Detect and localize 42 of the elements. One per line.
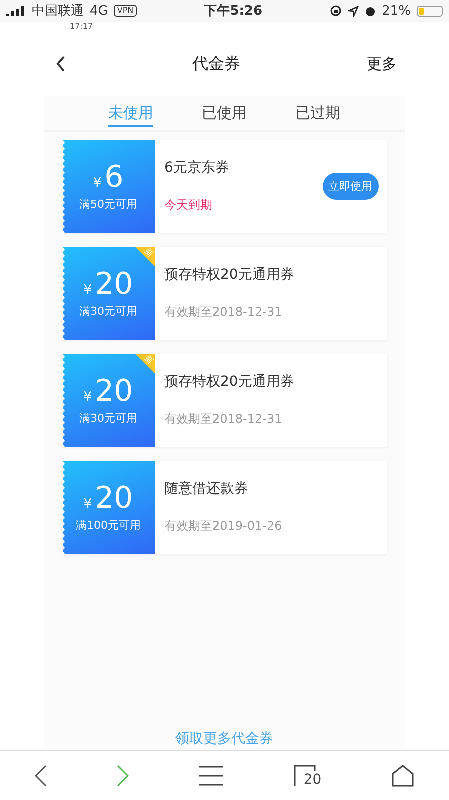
- new-badge: 新: [134, 354, 154, 374]
- menu-icon[interactable]: [199, 766, 224, 786]
- alarm-icon: [365, 6, 376, 16]
- currency-sign: ¥: [84, 390, 92, 405]
- location-icon: [348, 6, 360, 16]
- coupon-amount: 20: [95, 375, 134, 409]
- coupon-expiry: 有效期至2018-12-31: [164, 304, 284, 321]
- tab[interactable]: 已过期: [296, 100, 341, 126]
- battery-percent: 21%: [382, 4, 411, 18]
- inner-clock: 17:17: [70, 22, 94, 32]
- rotation-lock-icon: [330, 5, 342, 17]
- coupon-condition: 满50元可用: [80, 197, 138, 212]
- coupon-expiry: 有效期至2018-12-31: [164, 411, 284, 428]
- battery-icon: [417, 6, 443, 16]
- coupon-amount: 20: [95, 482, 134, 516]
- back-icon[interactable]: [35, 765, 48, 787]
- coupon-condition: 满30元可用: [80, 411, 138, 426]
- vpn-indicator: VPN: [114, 5, 137, 17]
- more-action[interactable]: 更多: [367, 54, 397, 74]
- carrier: 中国联通: [32, 3, 84, 20]
- currency-sign: ¥: [84, 283, 92, 298]
- home-icon[interactable]: [392, 765, 414, 787]
- coupon-amount: 20: [95, 268, 134, 302]
- clock: 下午5:26: [203, 3, 264, 20]
- currency-sign: ¥: [84, 497, 92, 512]
- coupon-condition: 满30元可用: [80, 304, 138, 319]
- coupon-amount: 6: [104, 161, 124, 195]
- network-type: 4G: [90, 4, 108, 18]
- page-title: 代金券: [192, 54, 242, 74]
- coupon-expiry: 今天到期: [164, 197, 214, 214]
- tab[interactable]: 已使用: [202, 100, 247, 126]
- coupon-expiry: 有效期至2019-01-26: [164, 518, 284, 535]
- coupon-title: 6元京东券: [164, 159, 230, 177]
- coupon-condition: 满100元可用: [76, 518, 141, 533]
- tabs-button[interactable]: 20: [294, 765, 322, 787]
- coupon-title: 预存特权20元通用券: [164, 266, 296, 284]
- new-badge: 新: [134, 247, 154, 267]
- signal-icon: [6, 6, 26, 16]
- coupon-title: 随意借还款券: [164, 480, 250, 498]
- currency-sign: ¥: [93, 176, 102, 191]
- coupon-title: 预存特权20元通用券: [164, 373, 296, 391]
- back-icon[interactable]: [56, 56, 66, 72]
